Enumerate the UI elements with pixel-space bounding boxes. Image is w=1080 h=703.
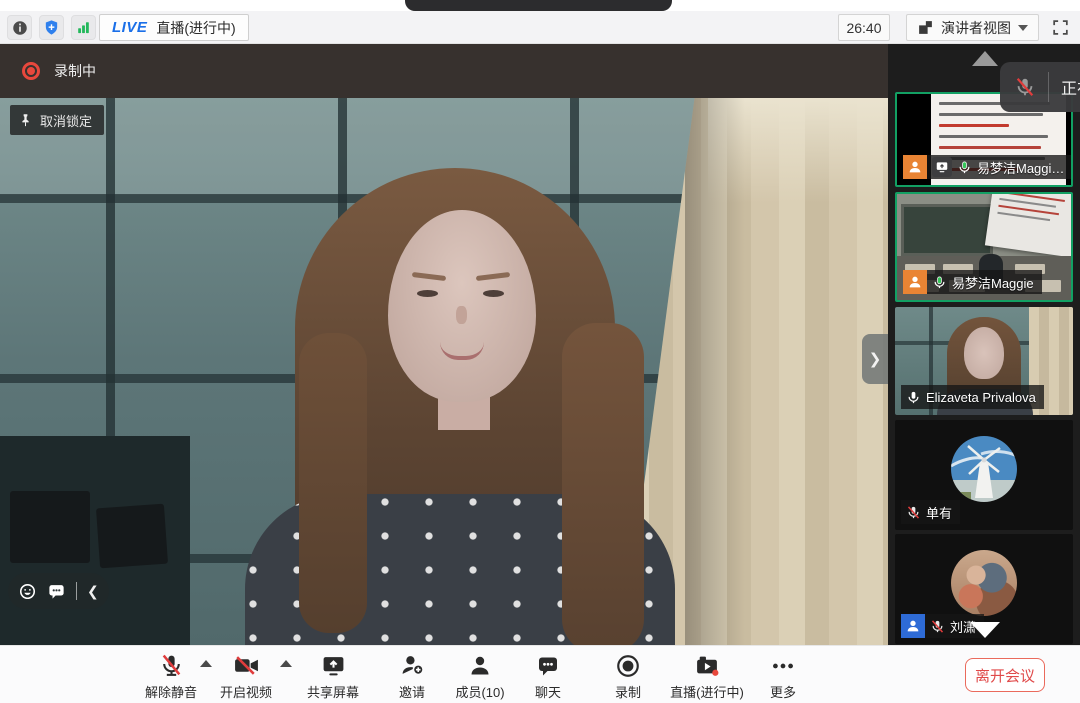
unpin-label: 取消锁定 — [40, 111, 92, 130]
scroll-up-arrow[interactable] — [972, 51, 998, 66]
leave-meeting-button[interactable]: 离开会议 — [965, 658, 1045, 692]
meeting-info-button[interactable] — [7, 15, 32, 40]
participant-name: 单有 — [926, 503, 952, 522]
camera-off-icon — [233, 653, 260, 678]
share-screen-icon — [321, 653, 346, 678]
record-icon — [615, 653, 641, 679]
quick-chat-icon[interactable] — [47, 582, 66, 601]
mic-speaking-icon — [932, 275, 947, 290]
recording-dot-icon — [22, 62, 40, 80]
record-button[interactable]: 录制 — [588, 652, 668, 701]
chat-button[interactable]: 聊天 — [508, 652, 588, 701]
record-label: 录制 — [615, 682, 641, 701]
chevron-right-icon: ❯ — [869, 350, 882, 368]
reaction-pill: ❮ — [8, 573, 109, 609]
signal-bars-icon — [75, 19, 92, 36]
live-tv-icon — [694, 653, 720, 678]
layout-icon — [917, 19, 934, 36]
live-status-text: 直播(进行中) — [156, 18, 235, 38]
participant-name: 易梦洁Maggie — [952, 273, 1034, 292]
main-stage: 录制中 取消锁定 — [0, 44, 888, 645]
speaking-tooltip-text: 正在 — [1061, 75, 1080, 99]
scroll-down-arrow[interactable] — [970, 622, 1000, 638]
meeting-timer: 26:40 — [838, 14, 890, 41]
meeting-top-bar: LIVE 直播(进行中) 26:40 演讲者视图 — [0, 11, 1080, 44]
security-button[interactable] — [39, 15, 64, 40]
participant-tile-classroom[interactable]: 易梦洁Maggie — [895, 192, 1073, 302]
more-button[interactable]: 更多 — [743, 652, 823, 701]
more-dots-icon — [770, 653, 796, 679]
chevron-down-icon — [1018, 25, 1028, 31]
share-screen-button[interactable]: 共享屏幕 — [293, 652, 373, 701]
unpin-button[interactable]: 取消锁定 — [10, 105, 104, 135]
desk-area — [0, 436, 190, 645]
speaker-video[interactable]: 取消锁定 ❮ ❯ — [0, 98, 888, 645]
start-video-button[interactable]: 开启视频 — [206, 652, 286, 701]
invite-person-icon — [400, 653, 425, 678]
members-icon — [468, 654, 492, 678]
cohost-badge-icon — [901, 614, 925, 638]
start-video-label: 开启视频 — [220, 682, 272, 701]
unmute-button[interactable]: 解除静音 — [131, 652, 211, 701]
mic-muted-icon — [930, 619, 945, 634]
more-label: 更多 — [770, 682, 796, 701]
meeting-toolbar: 解除静音 开启视频 共享屏幕 邀请 成员(10) 聊天 — [0, 645, 1080, 703]
participant-tile-webcam[interactable]: Elizaveta Privalova — [895, 307, 1073, 415]
unmute-label: 解除静音 — [145, 682, 197, 701]
mic-muted-icon — [906, 505, 921, 520]
host-badge-icon — [903, 155, 927, 179]
view-mode-label: 演讲者视图 — [941, 18, 1011, 38]
live-stream-button[interactable]: 直播(进行中) — [657, 652, 757, 701]
share-screen-label: 共享屏幕 — [307, 682, 359, 701]
participants-sidebar: 正在 易梦洁Maggi… — [888, 44, 1080, 645]
screen-notch — [405, 0, 672, 11]
mic-on-icon — [906, 390, 921, 405]
photo-avatar — [951, 550, 1017, 616]
pin-icon — [18, 113, 33, 128]
host-badge-icon — [903, 270, 927, 294]
participant-name: 易梦洁Maggi… — [977, 158, 1064, 177]
shield-icon — [43, 19, 60, 36]
video-options-caret[interactable] — [280, 660, 292, 667]
view-mode-selector[interactable]: 演讲者视图 — [906, 14, 1039, 41]
members-label: 成员(10) — [455, 682, 504, 701]
recording-banner: 录制中 — [0, 44, 888, 98]
screen-share-badge-icon — [932, 157, 952, 177]
chat-icon — [536, 654, 560, 678]
mic-speaking-icon — [957, 160, 972, 175]
network-status-button[interactable] — [71, 15, 96, 40]
participant-name: Elizaveta Privalova — [926, 390, 1036, 405]
live-badge-text: LIVE — [112, 19, 147, 36]
mic-muted-icon — [1014, 76, 1036, 98]
chat-label: 聊天 — [535, 682, 561, 701]
speaking-indicator-tooltip: 正在 — [1000, 62, 1080, 112]
sidebar-toggle-handle[interactable]: ❯ — [862, 334, 888, 384]
live-status-badge[interactable]: LIVE 直播(进行中) — [99, 14, 249, 41]
collapse-chevron-left-icon[interactable]: ❮ — [87, 583, 99, 600]
invite-label: 邀请 — [399, 682, 425, 701]
emoji-icon[interactable] — [18, 582, 37, 601]
fullscreen-icon — [1051, 18, 1070, 37]
mic-muted-icon — [159, 653, 184, 678]
info-icon — [11, 19, 29, 37]
participant-tile-avatar-windmill[interactable]: 单有 — [895, 420, 1073, 530]
windmill-avatar — [951, 436, 1017, 502]
live-stream-label: 直播(进行中) — [670, 682, 744, 701]
recording-label: 录制中 — [54, 61, 96, 81]
fullscreen-button[interactable] — [1048, 15, 1073, 40]
